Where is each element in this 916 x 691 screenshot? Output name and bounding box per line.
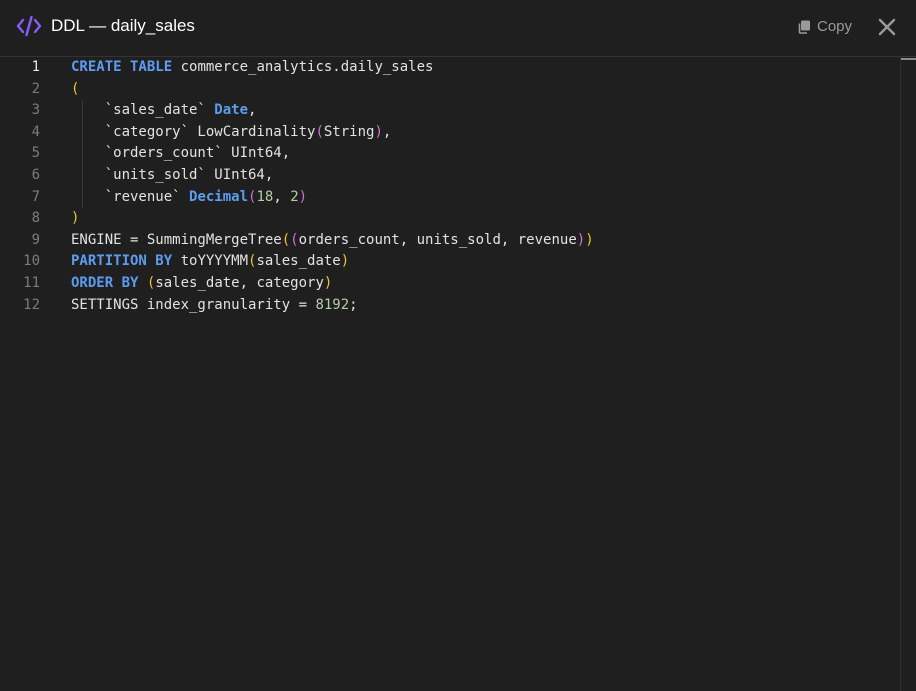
code-line: CREATE TABLE commerce_analytics.daily_sa… bbox=[71, 57, 433, 79]
line-number: 2 bbox=[31, 80, 40, 97]
code-line: SETTINGS index_granularity = 8192; bbox=[71, 295, 358, 317]
code-line: PARTITION BY toYYYYMM(sales_date) bbox=[71, 251, 349, 273]
copy-label: Copy bbox=[817, 18, 853, 35]
line-number: 8 bbox=[31, 210, 40, 227]
code-token: PARTITION BY bbox=[71, 253, 173, 270]
code-token: 8192 bbox=[315, 296, 350, 313]
dialog-header: DDL — daily_sales Copy bbox=[0, 0, 916, 57]
code-token: ( bbox=[290, 231, 299, 248]
line-number-gutter: 1 2 3 4 5 6 7 8 9 10 11 12 bbox=[0, 57, 60, 691]
line-number: 4 bbox=[31, 123, 40, 140]
code-token: toYYYYMM bbox=[172, 253, 249, 270]
code-token: orders_count, units_sold, revenue bbox=[298, 231, 577, 248]
code-line: ORDER BY (sales_date, category) bbox=[71, 273, 332, 295]
code-line: `category` LowCardinality(String), bbox=[71, 122, 392, 144]
close-icon[interactable] bbox=[876, 16, 898, 38]
line-number: 3 bbox=[31, 102, 40, 119]
ddl-dialog: DDL — daily_sales Copy 1 2 3 4 5 6 7 8 9 10 11 12 C… bbox=[0, 0, 916, 691]
code-token: sales_date bbox=[256, 253, 341, 270]
code-token: `sales_date` bbox=[71, 102, 215, 119]
code-token: ) bbox=[585, 231, 594, 248]
code-token: SETTINGS index_granularity = bbox=[71, 296, 316, 313]
code-token: ENGINE = SummingMergeTree bbox=[71, 231, 282, 248]
code-token: ( bbox=[315, 123, 324, 140]
code-token: `orders_count` UInt64, bbox=[71, 145, 291, 162]
copy-icon bbox=[798, 20, 810, 34]
code-token: ) bbox=[374, 123, 383, 140]
code-token: Decimal bbox=[189, 188, 249, 205]
copy-button[interactable]: Copy bbox=[797, 17, 852, 37]
code-line: ( bbox=[71, 79, 79, 101]
code-token: , bbox=[248, 102, 257, 119]
code-token: String bbox=[323, 123, 375, 140]
line-number: 11 bbox=[23, 275, 40, 291]
line-number: 6 bbox=[31, 167, 40, 183]
code-token: CREATE TABLE bbox=[71, 59, 173, 75]
code-token: ) bbox=[576, 231, 586, 248]
code-token: ) bbox=[323, 275, 333, 291]
code-token: ) bbox=[298, 188, 308, 205]
code-brackets-icon bbox=[16, 15, 42, 37]
code-token: Date bbox=[214, 102, 249, 119]
code-token: `units_sold` UInt64, bbox=[71, 167, 274, 183]
code-line: ENGINE = SummingMergeTree((orders_count,… bbox=[71, 230, 594, 252]
code-token: commerce_analytics.daily_sales bbox=[172, 59, 434, 75]
line-number: 5 bbox=[31, 145, 40, 162]
code-token: ( bbox=[71, 80, 80, 97]
line-number: 12 bbox=[23, 296, 40, 313]
code-line: `sales_date` Date, bbox=[71, 100, 257, 122]
code-token: `category` LowCardinality bbox=[71, 123, 316, 140]
dialog-title: DDL — daily_sales bbox=[51, 16, 195, 35]
scrollbar-thumb[interactable] bbox=[901, 58, 916, 60]
code-token: sales_date, category bbox=[155, 275, 324, 291]
code-line: ) bbox=[71, 208, 79, 230]
code-token: ) bbox=[340, 253, 350, 270]
code-token: `revenue` bbox=[71, 188, 190, 205]
code-line: `revenue` Decimal(18, 2) bbox=[71, 187, 307, 209]
code-token: ( bbox=[281, 231, 291, 248]
code-token: , bbox=[273, 188, 291, 205]
code-token: ORDER BY bbox=[71, 275, 139, 291]
code-line: `units_sold` UInt64, bbox=[71, 165, 274, 187]
line-number: 7 bbox=[31, 188, 40, 205]
vertical-scrollbar[interactable] bbox=[900, 57, 916, 691]
code-token: 18 bbox=[256, 188, 274, 205]
line-number: 9 bbox=[31, 231, 40, 248]
code-token: 2 bbox=[290, 188, 299, 205]
line-number: 1 bbox=[31, 59, 40, 75]
code-editor[interactable]: 1 2 3 4 5 6 7 8 9 10 11 12 CREATE TABLE commerce_an… bbox=[0, 57, 916, 691]
code-token: ) bbox=[71, 210, 80, 227]
code-token: , bbox=[382, 123, 392, 140]
code-content[interactable]: CREATE TABLE commerce_analytics.daily_sa… bbox=[71, 57, 896, 691]
code-line: `orders_count` UInt64, bbox=[71, 143, 290, 165]
code-token: ; bbox=[349, 296, 358, 313]
line-number: 10 bbox=[23, 253, 40, 270]
